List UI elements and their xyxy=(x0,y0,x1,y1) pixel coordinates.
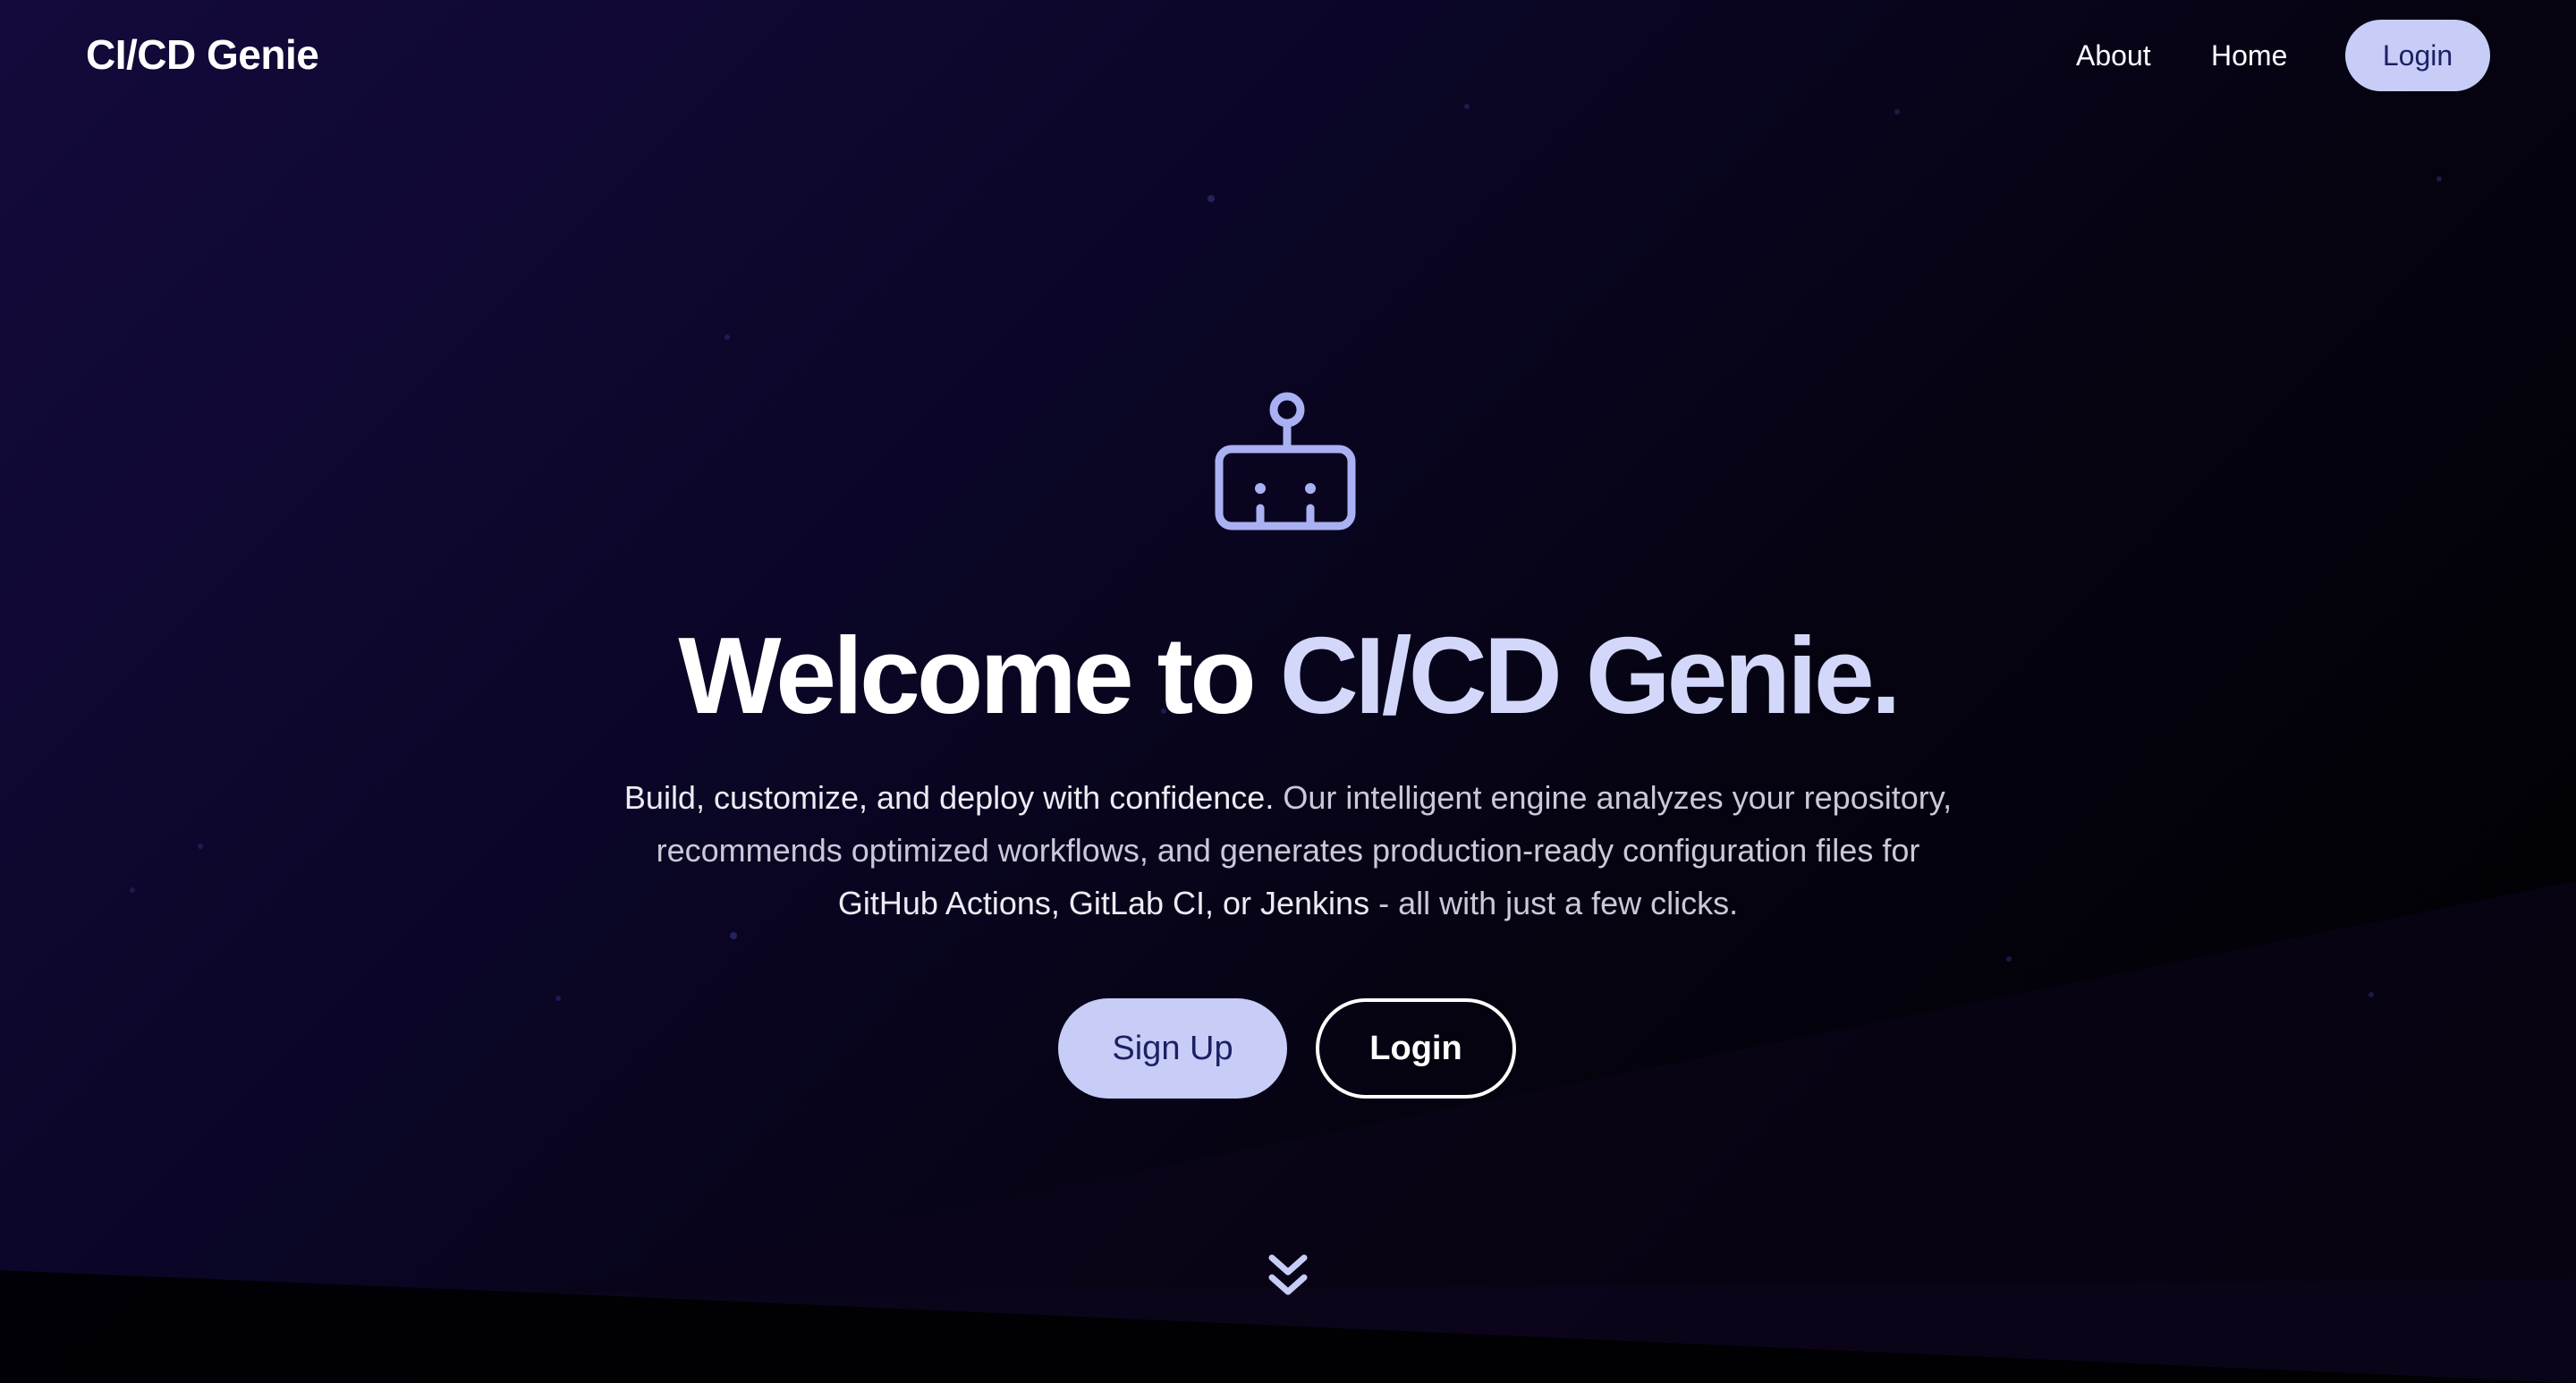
sign-up-button[interactable]: Sign Up xyxy=(1058,998,1287,1099)
hero-headline-prefix: Welcome to xyxy=(678,615,1280,736)
brand-logo[interactable]: CI/CD Genie xyxy=(86,30,319,79)
nav-link-home[interactable]: Home xyxy=(2211,39,2287,72)
hero-description-line-1: Build, customize, and deploy with confid… xyxy=(0,771,2576,824)
star-decoration xyxy=(2368,992,2374,997)
hero-headline-brand: CI/CD Genie. xyxy=(1279,615,1902,736)
landing-page: CI/CD Genie About Home Login Welcome to … xyxy=(0,0,2576,1383)
star-decoration xyxy=(1208,195,1215,202)
double-chevron-down-icon[interactable] xyxy=(1265,1251,1311,1301)
robot-icon xyxy=(1215,392,1356,530)
top-navbar: CI/CD Genie About Home Login xyxy=(0,0,2576,113)
login-button[interactable]: Login xyxy=(1316,998,1516,1099)
nav-login-button[interactable]: Login xyxy=(2345,20,2490,91)
hero-description-text: - all with just a few clicks. xyxy=(1369,885,1739,921)
nav-link-about[interactable]: About xyxy=(2076,39,2151,72)
hero-description-line-2: recommends optimized workflows, and gene… xyxy=(656,832,1920,869)
star-decoration xyxy=(730,932,737,939)
hero-headline: Welcome to CI/CD Genie. xyxy=(0,617,2576,734)
star-decoration xyxy=(555,996,561,1001)
star-decoration xyxy=(2436,176,2442,182)
hero-description-platforms: GitHub Actions, GitLab CI, or Jenkins xyxy=(837,885,1370,921)
hero-description-highlight: Build, customize, and deploy with confid… xyxy=(623,779,1275,816)
star-decoration xyxy=(724,335,730,340)
hero-description-line-3: GitHub Actions, GitLab CI, or Jenkins - … xyxy=(0,877,2576,929)
hero-description: Build, customize, and deploy with confid… xyxy=(0,771,2576,929)
hero-description-text: Our intelligent engine analyzes your rep… xyxy=(1274,779,1953,816)
star-decoration xyxy=(2006,956,2012,962)
